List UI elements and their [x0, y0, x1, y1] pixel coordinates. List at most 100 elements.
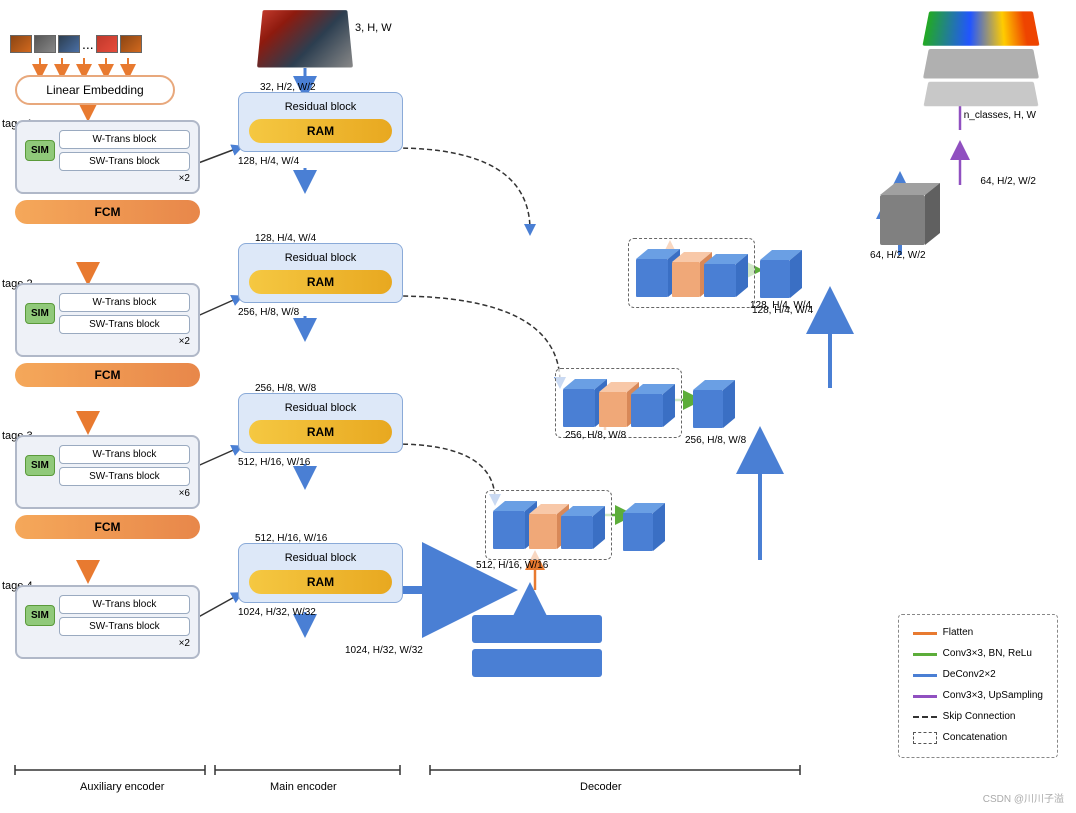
- dec-256-single: [688, 375, 738, 436]
- main-enc-block2: Residual block RAM 256, H/8, W/8: [238, 243, 403, 318]
- stage2-inner: SIM W-Trans block SW-Trans block ×2: [15, 283, 200, 357]
- thumb-1: [10, 35, 32, 53]
- output-layers: n_classes, H, W 64, H/2, W/2: [926, 10, 1036, 187]
- main-enc-block3-res-label: Residual block: [249, 402, 392, 414]
- stage2-block: SIM W-Trans block SW-Trans block ×2 FCM: [15, 275, 200, 387]
- stage3-trans2: SW-Trans block: [59, 467, 190, 486]
- stage1-trans2: SW-Trans block: [59, 152, 190, 171]
- legend-concat-box: [913, 732, 937, 744]
- legend-flatten-line: [913, 632, 937, 635]
- stage4-sim-trans: SIM W-Trans block SW-Trans block: [25, 595, 190, 636]
- concat-128-inner: [628, 238, 755, 308]
- stage1-repeat: ×2: [25, 173, 190, 184]
- stage2-trans2: SW-Trans block: [59, 315, 190, 334]
- decoder-1024-blocks: [472, 615, 602, 677]
- main-enc-block4-inner: Residual block RAM: [238, 543, 403, 603]
- main-enc-block4-ram: RAM: [249, 570, 392, 594]
- legend: Flatten Conv3×3, BN, ReLu DeConv2×2 Conv…: [898, 614, 1058, 758]
- dim-128-dec2: 128, H/4, W/4: [752, 305, 813, 316]
- stage1-trans1: W-Trans block: [59, 130, 190, 149]
- stage1-sim-trans: SIM W-Trans block SW-Trans block: [25, 130, 190, 171]
- main-enc-block3: Residual block RAM 512, H/16, W/16: [238, 393, 403, 468]
- concat-512-svg: [491, 496, 606, 554]
- bottom-label-decoder: Decoder: [580, 781, 622, 793]
- thumb-4: [96, 35, 118, 53]
- dec-256-svg: [688, 375, 738, 433]
- bottom-label-main: Main encoder: [270, 781, 337, 793]
- stage3-sim: SIM: [25, 455, 55, 476]
- legend-deconv: DeConv2×2: [913, 665, 1043, 685]
- legend-deconv-label: DeConv2×2: [943, 665, 996, 685]
- dim-1024-label: 1024, H/32, W/32: [345, 645, 423, 656]
- main-enc-block4: Residual block RAM 1024, H/32, W/32: [238, 543, 403, 618]
- stage3-repeat: ×6: [25, 488, 190, 499]
- stage3-fcm: FCM: [15, 515, 200, 539]
- linear-embedding-box: Linear Embedding: [15, 75, 175, 105]
- legend-skip: Skip Connection: [913, 707, 1043, 727]
- main-enc-block1-ram: RAM: [249, 119, 392, 143]
- dim-256: 256, H/8, W/8: [255, 383, 316, 394]
- thumb-dots: ...: [82, 35, 94, 53]
- linear-embedding-container: Linear Embedding: [15, 75, 175, 105]
- output-pred-layer: [922, 11, 1039, 45]
- input-dim-label: 3, H, W: [355, 22, 392, 34]
- stage4-trans1: W-Trans block: [59, 595, 190, 614]
- thumb-5: [120, 35, 142, 53]
- diagram-container: ... Linear Embedding tage 1 SIM W-Trans …: [0, 0, 1076, 813]
- stage1-inner: SIM W-Trans block SW-Trans block ×2: [15, 120, 200, 194]
- main-enc-block2-ram: RAM: [249, 270, 392, 294]
- concat-256-svg: [561, 374, 676, 432]
- dim-256-dec: 256, H/8, W/8: [565, 430, 626, 441]
- concat-256-box: [555, 368, 682, 438]
- stage4-sim: SIM: [25, 605, 55, 626]
- legend-skip-line: [913, 716, 937, 718]
- output-gray-layer2: [924, 82, 1039, 106]
- main-enc-block1: Residual block RAM 128, H/4, W/4: [238, 92, 403, 167]
- output-64-label: 64, H/2, W/2: [926, 176, 1036, 187]
- stage3-inner: SIM W-Trans block SW-Trans block ×6: [15, 435, 200, 509]
- stage2-fcm: FCM: [15, 363, 200, 387]
- legend-concat: Concatenation: [913, 728, 1043, 748]
- main-enc-block3-dim: 512, H/16, W/16: [238, 457, 403, 468]
- concat-128-svg: [634, 244, 749, 302]
- legend-upsample-line: [913, 695, 937, 698]
- legend-flatten-label: Flatten: [943, 623, 974, 643]
- main-enc-block2-dim: 256, H/8, W/8: [238, 307, 403, 318]
- stage4-inner: SIM W-Trans block SW-Trans block ×2: [15, 585, 200, 659]
- dim-512-dec: 512, H/16, W/16: [476, 560, 548, 571]
- dim-128: 128, H/4, W/4: [255, 233, 316, 244]
- main-enc-block3-inner: Residual block RAM: [238, 393, 403, 453]
- main-enc-block2-res-label: Residual block: [249, 252, 392, 264]
- stage4-trans2: SW-Trans block: [59, 617, 190, 636]
- main-enc-block4-dim: 1024, H/32, W/32: [238, 607, 403, 618]
- legend-deconv-line: [913, 674, 937, 677]
- concat-512-box: [485, 490, 612, 560]
- dec-block-1024-bottom: [472, 649, 602, 677]
- dec-512-svg: [618, 498, 668, 556]
- dim-256-dec2: 256, H/8, W/8: [685, 435, 746, 446]
- watermark: CSDN @川川子溢: [983, 790, 1064, 805]
- stacked-input-images: ...: [10, 35, 142, 53]
- concat-128-box: [628, 238, 755, 308]
- stage1-fcm: FCM: [15, 200, 200, 224]
- dim-64-dec: 64, H/2, W/2: [870, 250, 926, 261]
- stage2-repeat: ×2: [25, 336, 190, 347]
- stage4-repeat: ×2: [25, 638, 190, 649]
- stage1-sim: SIM: [25, 140, 55, 161]
- input-image-visual: [257, 10, 353, 67]
- legend-conv-label: Conv3×3, BN, ReLu: [943, 644, 1032, 664]
- main-enc-block4-res-label: Residual block: [249, 552, 392, 564]
- stage3-trans-stack: W-Trans block SW-Trans block: [59, 445, 190, 486]
- legend-conv-line: [913, 653, 937, 656]
- main-enc-block1-dim: 128, H/4, W/4: [238, 156, 403, 167]
- dim-32: 32, H/2, W/2: [260, 82, 316, 93]
- stage2-trans1: W-Trans block: [59, 293, 190, 312]
- stage2-sim: SIM: [25, 303, 55, 324]
- legend-upsample: Conv3×3, UpSampling: [913, 686, 1043, 706]
- dec-128-single: [755, 245, 805, 306]
- stage2-sim-trans: SIM W-Trans block SW-Trans block: [25, 293, 190, 334]
- main-enc-block2-inner: Residual block RAM: [238, 243, 403, 303]
- output-n-classes-label: n_classes, H, W: [926, 110, 1036, 121]
- stage4-block: SIM W-Trans block SW-Trans block ×2: [15, 577, 200, 659]
- linear-embedding-label: Linear Embedding: [46, 83, 143, 97]
